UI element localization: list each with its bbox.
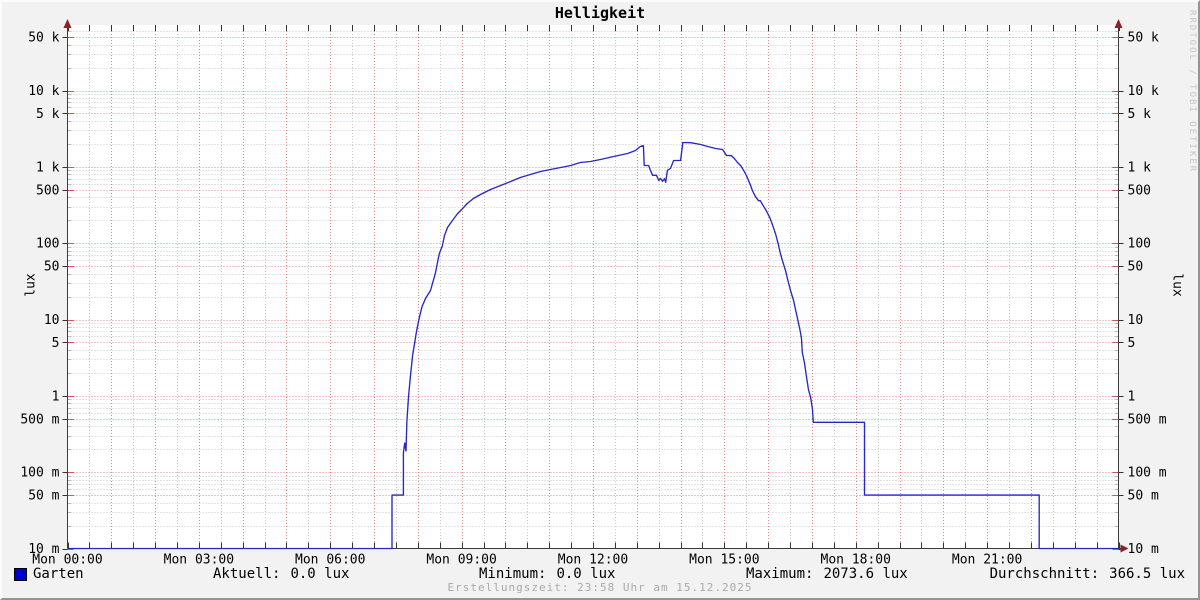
y-tick-label-right: 10 k xyxy=(1128,84,1159,99)
y-tick-label-right: 500 xyxy=(1128,183,1151,198)
stat-maximum: Maximum: 2073.6 lux xyxy=(746,566,908,582)
y-tick-label-right: 50 m xyxy=(1128,489,1159,504)
y-axis-unit-label-right: lux xyxy=(1170,273,1185,296)
y-tick-label-left: 1 xyxy=(52,389,60,404)
rrdtool-graph: { "title": "Helligkeit", "watermark": "R… xyxy=(0,0,1200,600)
series-name-label: Garten xyxy=(33,566,84,582)
y-tick-label-left: 100 xyxy=(36,237,59,252)
y-tick-label-right: 50 k xyxy=(1128,31,1159,46)
stat-aktuell-label: Aktuell: xyxy=(213,566,280,582)
rrdtool-watermark: RRDTOOL / TOBI OETIKER xyxy=(1187,10,1197,173)
stat-durchschnitt-value: 366.5 lux xyxy=(1109,566,1185,582)
y-tick-label-left: 5 xyxy=(52,336,60,351)
y-tick-label-left: 50 k xyxy=(28,31,59,46)
brightness-chart-plot: 50 k50 k10 k10 k5 k5 k1 k1 k500500100100… xyxy=(0,0,1200,600)
y-tick-label-right: 5 k xyxy=(1128,107,1152,122)
y-tick-label-left: 1 k xyxy=(36,160,60,175)
y-tick-label-right: 500 m xyxy=(1128,412,1167,427)
chart-title: Helligkeit xyxy=(0,4,1200,22)
stat-maximum-label: Maximum: xyxy=(746,566,813,582)
stat-aktuell: Aktuell: 0.0 lux xyxy=(213,566,349,582)
y-tick-label-right: 100 xyxy=(1128,237,1151,252)
creation-time-footer: Erstellungszeit: 23:58 Uhr am 15.12.2025 xyxy=(0,581,1200,594)
stat-aktuell-value: 0.0 lux xyxy=(290,566,349,582)
y-tick-label-left: 10 xyxy=(44,313,60,328)
stat-maximum-value: 2073.6 lux xyxy=(823,566,907,582)
y-tick-label-right: 10 xyxy=(1128,313,1144,328)
y-tick-label-right: 1 k xyxy=(1128,160,1152,175)
y-tick-label-left: 100 m xyxy=(20,466,59,481)
series-color-swatch xyxy=(14,568,27,581)
y-tick-label-left: 10 k xyxy=(28,84,59,99)
y-tick-label-left: 50 xyxy=(44,260,60,275)
y-tick-label-left: 500 xyxy=(36,183,59,198)
y-axis-unit-label-left: lux xyxy=(24,273,39,296)
stat-minimum-label: Minimum: xyxy=(479,566,546,582)
y-tick-label-right: 100 m xyxy=(1128,466,1167,481)
y-tick-label-left: 500 m xyxy=(20,412,59,427)
y-tick-label-right: 5 xyxy=(1128,336,1136,351)
y-tick-label-right: 1 xyxy=(1128,389,1136,404)
y-tick-label-right: 50 xyxy=(1128,260,1144,275)
y-tick-label-left: 5 k xyxy=(36,107,60,122)
stat-minimum-value: 0.0 lux xyxy=(556,566,615,582)
stat-minimum: Minimum: 0.0 lux xyxy=(479,566,615,582)
y-tick-label-right: 10 m xyxy=(1128,542,1159,557)
y-tick-label-left: 50 m xyxy=(28,489,59,504)
stat-durchschnitt: Durchschnitt: 366.5 lux xyxy=(990,566,1185,582)
stat-durchschnitt-label: Durchschnitt: xyxy=(990,566,1100,582)
